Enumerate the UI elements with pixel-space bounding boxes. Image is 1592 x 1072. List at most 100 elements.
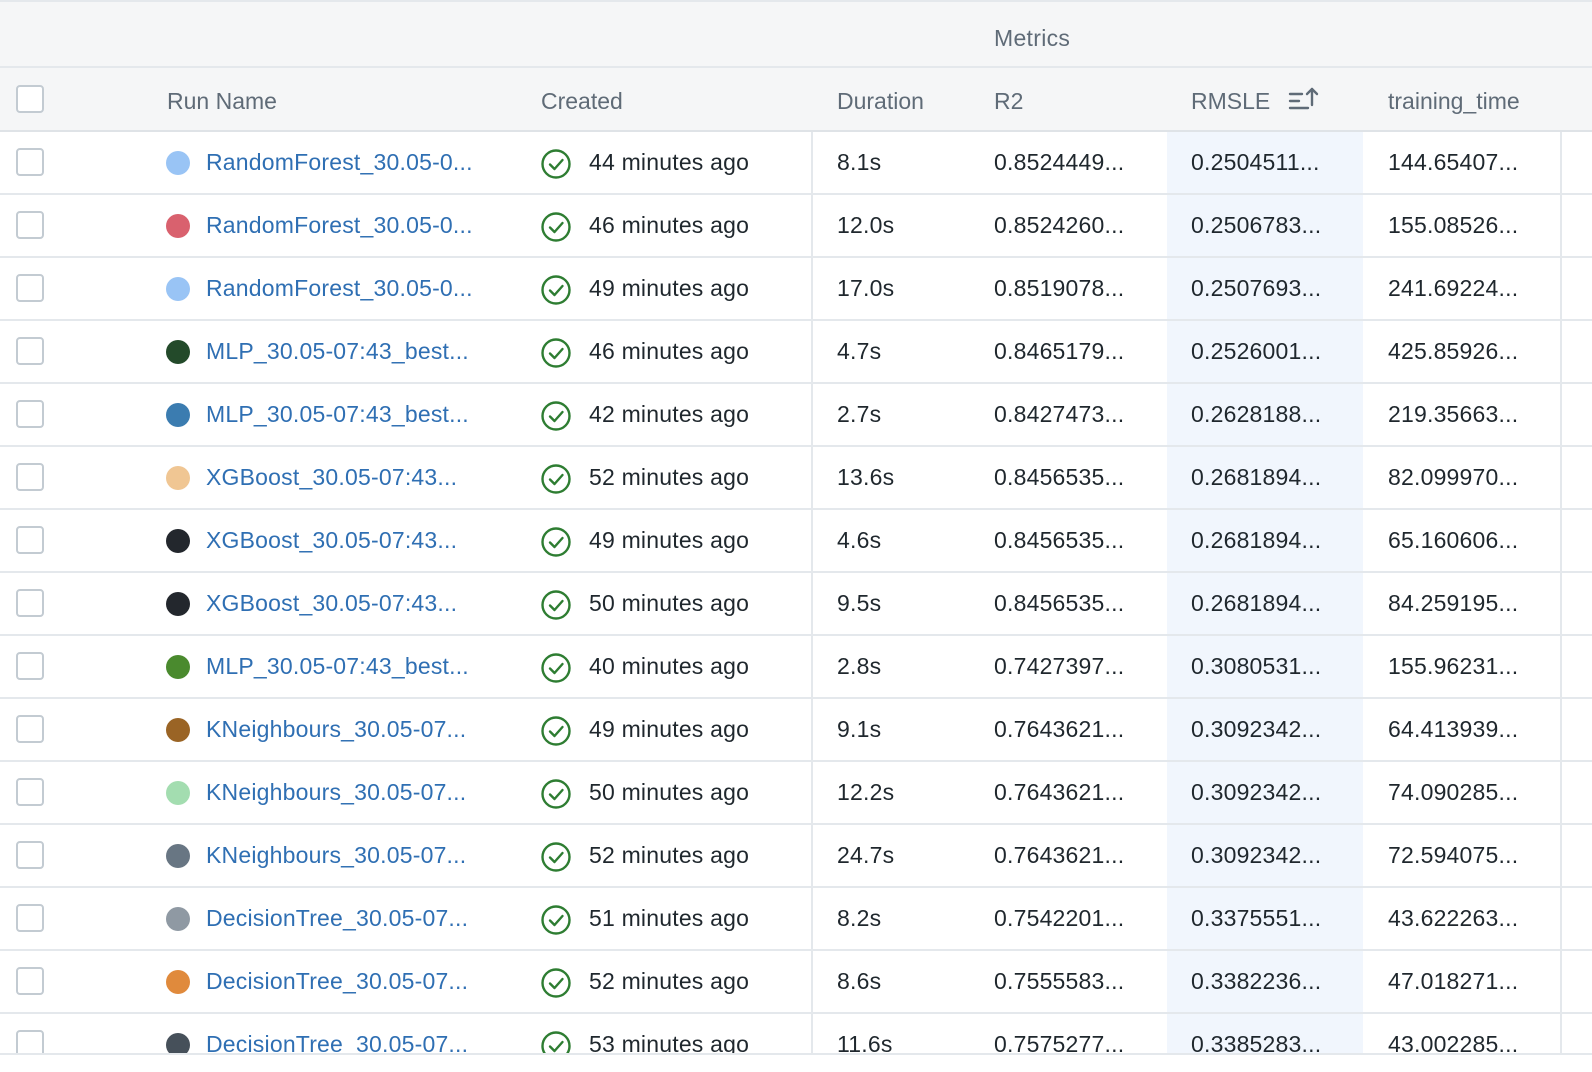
check-circle-icon	[541, 338, 571, 368]
run-name-link[interactable]: XGBoost_30.05-07:43...	[206, 527, 457, 554]
row-select-checkbox[interactable]	[16, 904, 44, 932]
run-name-link[interactable]: RandomForest_30.05-0...	[206, 275, 473, 302]
run-name-link[interactable]: KNeighbours_30.05-07...	[206, 842, 466, 869]
table-row[interactable]: KNeighbours_30.05-07... 49 minutes ago 9…	[0, 699, 1592, 762]
run-name-link[interactable]: MLP_30.05-07:43_best...	[206, 653, 469, 680]
check-circle-icon	[541, 905, 571, 935]
created-cell: 50 minutes ago	[589, 590, 750, 616]
r2-cell: 0.8465179...	[994, 338, 1125, 364]
table-row[interactable]: XGBoost_30.05-07:43... 49 minutes ago 4.…	[0, 510, 1592, 573]
table-row[interactable]: DecisionTree_30.05-07... 51 minutes ago …	[0, 888, 1592, 951]
column-header-rmsle[interactable]: RMSLE	[1191, 88, 1270, 115]
column-divider	[1560, 636, 1562, 697]
sort-ascending-icon[interactable]	[1288, 86, 1320, 114]
column-divider	[1560, 447, 1562, 508]
run-name-link[interactable]: XGBoost_30.05-07:43...	[206, 464, 457, 491]
table-row[interactable]: RandomForest_30.05-0... 49 minutes ago 1…	[0, 258, 1592, 321]
run-color-dot	[166, 1033, 190, 1053]
run-color-dot	[166, 403, 190, 427]
run-color-dot	[166, 718, 190, 742]
run-name-link[interactable]: KNeighbours_30.05-07...	[206, 779, 466, 806]
table-row[interactable]: RandomForest_30.05-0... 46 minutes ago 1…	[0, 195, 1592, 258]
table-row[interactable]: KNeighbours_30.05-07... 50 minutes ago 1…	[0, 762, 1592, 825]
row-select-checkbox[interactable]	[16, 211, 44, 239]
column-divider	[811, 510, 813, 571]
run-color-dot	[166, 655, 190, 679]
r2-cell: 0.7643621...	[994, 842, 1125, 868]
column-header-duration[interactable]: Duration	[837, 88, 924, 115]
r2-cell: 0.8456535...	[994, 590, 1125, 616]
check-circle-icon	[541, 590, 571, 620]
check-circle-icon	[541, 212, 571, 242]
duration-cell: 2.7s	[837, 401, 882, 427]
check-circle-icon	[541, 464, 571, 494]
training-time-cell: 65.160606...	[1388, 527, 1519, 553]
table-row[interactable]: XGBoost_30.05-07:43... 50 minutes ago 9.…	[0, 573, 1592, 636]
duration-cell: 13.6s	[837, 464, 895, 490]
training-time-cell: 64.413939...	[1388, 716, 1519, 742]
table-row[interactable]: XGBoost_30.05-07:43... 52 minutes ago 13…	[0, 447, 1592, 510]
r2-cell: 0.8519078...	[994, 275, 1125, 301]
table-row[interactable]: MLP_30.05-07:43_best... 42 minutes ago 2…	[0, 384, 1592, 447]
training-time-cell: 43.002285...	[1388, 1031, 1519, 1055]
run-color-dot	[166, 466, 190, 490]
column-header-r2[interactable]: R2	[994, 88, 1023, 115]
run-name-link[interactable]: RandomForest_30.05-0...	[206, 212, 473, 239]
duration-cell: 9.5s	[837, 590, 882, 616]
run-name-link[interactable]: MLP_30.05-07:43_best...	[206, 401, 469, 428]
column-divider	[811, 1014, 813, 1053]
column-divider	[1560, 195, 1562, 256]
table-row[interactable]: KNeighbours_30.05-07... 52 minutes ago 2…	[0, 825, 1592, 888]
row-select-checkbox[interactable]	[16, 778, 44, 806]
row-select-checkbox[interactable]	[16, 463, 44, 491]
run-name-link[interactable]: DecisionTree_30.05-07...	[206, 1031, 468, 1053]
row-select-checkbox[interactable]	[16, 589, 44, 617]
run-name-link[interactable]: KNeighbours_30.05-07...	[206, 716, 466, 743]
created-cell: 49 minutes ago	[589, 716, 750, 742]
training-time-cell: 72.594075...	[1388, 842, 1519, 868]
table-row[interactable]: RandomForest_30.05-0... 44 minutes ago 8…	[0, 132, 1592, 195]
column-divider	[811, 573, 813, 634]
run-name-link[interactable]: RandomForest_30.05-0...	[206, 149, 473, 176]
metrics-group-label: Metrics	[994, 25, 1071, 51]
row-select-checkbox[interactable]	[16, 652, 44, 680]
run-name-link[interactable]: DecisionTree_30.05-07...	[206, 905, 468, 932]
table-row[interactable]: MLP_30.05-07:43_best... 46 minutes ago 4…	[0, 321, 1592, 384]
row-select-checkbox[interactable]	[16, 841, 44, 869]
column-divider	[1560, 384, 1562, 445]
row-select-checkbox[interactable]	[16, 148, 44, 176]
row-select-checkbox[interactable]	[16, 715, 44, 743]
column-divider	[1560, 825, 1562, 886]
training-time-cell: 84.259195...	[1388, 590, 1519, 616]
column-header-training-time[interactable]: training_time	[1388, 88, 1520, 115]
r2-cell: 0.7643621...	[994, 716, 1125, 742]
column-divider	[811, 132, 813, 193]
select-all-checkbox[interactable]	[16, 85, 44, 113]
rmsle-cell: 0.2628188...	[1191, 401, 1322, 427]
row-select-checkbox[interactable]	[16, 967, 44, 995]
row-select-checkbox[interactable]	[16, 400, 44, 428]
r2-cell: 0.7427397...	[994, 653, 1125, 679]
duration-cell: 4.6s	[837, 527, 882, 553]
duration-cell: 4.7s	[837, 338, 882, 364]
run-name-link[interactable]: XGBoost_30.05-07:43...	[206, 590, 457, 617]
table-row[interactable]: DecisionTree_30.05-07... 52 minutes ago …	[0, 951, 1592, 1014]
rmsle-cell: 0.2681894...	[1191, 464, 1322, 490]
row-select-checkbox[interactable]	[16, 274, 44, 302]
rmsle-cell: 0.2681894...	[1191, 527, 1322, 553]
table-row[interactable]: DecisionTree_30.05-07... 53 minutes ago …	[0, 1014, 1592, 1055]
check-circle-icon	[541, 1031, 571, 1053]
run-name-link[interactable]: DecisionTree_30.05-07...	[206, 968, 468, 995]
row-select-checkbox[interactable]	[16, 337, 44, 365]
created-cell: 46 minutes ago	[589, 338, 750, 364]
created-cell: 53 minutes ago	[589, 1031, 750, 1055]
column-divider	[811, 636, 813, 697]
table-row[interactable]: MLP_30.05-07:43_best... 40 minutes ago 2…	[0, 636, 1592, 699]
training-time-cell: 425.85926...	[1388, 338, 1519, 364]
column-divider	[1560, 132, 1562, 193]
row-select-checkbox[interactable]	[16, 1030, 44, 1053]
row-select-checkbox[interactable]	[16, 526, 44, 554]
column-header-created[interactable]: Created	[541, 88, 623, 115]
column-header-run-name[interactable]: Run Name	[167, 88, 277, 115]
run-name-link[interactable]: MLP_30.05-07:43_best...	[206, 338, 469, 365]
